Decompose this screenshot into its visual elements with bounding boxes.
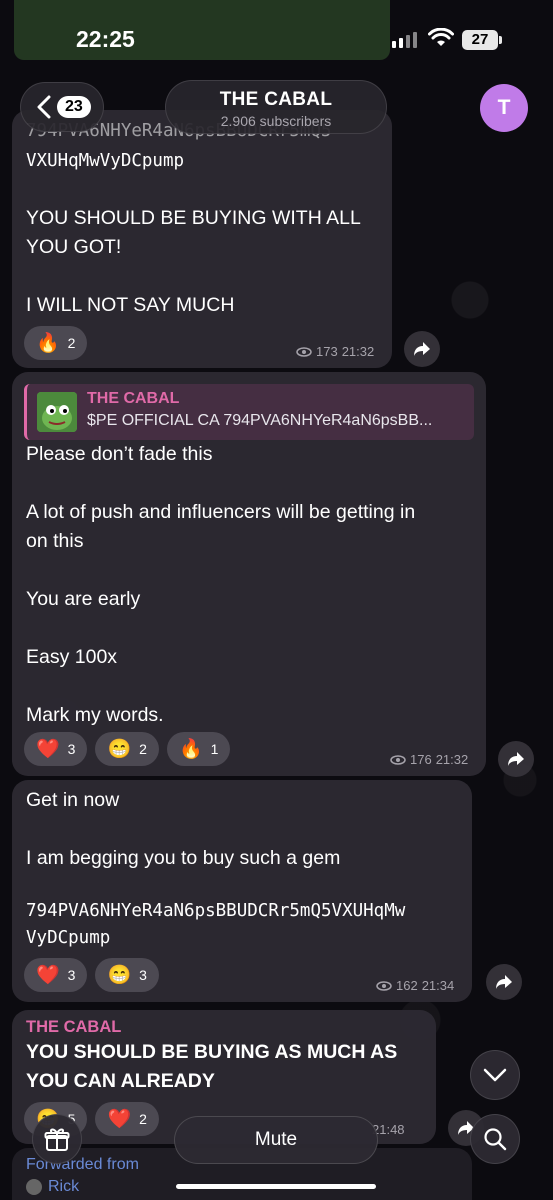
reaction-chip[interactable]: 🔥 2 [24,326,88,360]
reaction-chip[interactable]: ❤️ 3 [24,732,88,766]
reaction-count: 3 [67,967,76,983]
wifi-icon [428,28,454,46]
reaction-count: 1 [210,741,219,757]
channel-title: THE CABAL [219,89,333,110]
message-meta: 162 21:34 [376,978,454,993]
reactions-row: ❤️ 3 😁 2 🔥 1 [24,732,231,766]
battery-indicator: 27 [462,30,502,50]
forwarded-avatar [26,1179,42,1195]
signal-icon [392,32,417,48]
reaction-chip[interactable]: ❤️ 3 [24,958,88,992]
unread-count-badge: 23 [57,96,91,118]
scroll-down-button[interactable] [470,1050,520,1100]
back-button[interactable]: 23 [20,82,104,132]
reaction-chip[interactable]: 🔥 1 [166,732,231,766]
quote-sender: THE CABAL [87,390,180,407]
search-button[interactable] [470,1114,520,1164]
reactions-row: 🔥 2 [24,326,88,360]
message-meta: 176 21:32 [390,752,468,767]
message-text: Get in now I am begging you to buy such … [26,789,341,869]
message-contract-text: VXUHqMwVyDCpump [26,151,185,171]
reaction-chip[interactable]: 😁 2 [95,732,159,766]
reaction-count: 3 [139,967,147,983]
search-icon [484,1128,507,1151]
status-time: 22:25 [76,26,135,52]
message-bubble[interactable]: THE CABAL $PE OFFICIAL CA 794PVA6NHYeR4a… [12,372,486,776]
reaction-count: 2 [139,741,147,757]
status-bar: 22:25 27 [0,0,553,80]
reaction-chip[interactable]: ❤️ 2 [95,1102,159,1136]
mute-button[interactable]: Mute [174,1116,378,1164]
reaction-count: 3 [67,741,76,757]
message-bubble[interactable]: 794PVA6NHYeR4aN6psBBUDCRr5mQ5 VXUHqMwVyD… [12,110,392,368]
reaction-count: 2 [139,1111,147,1127]
reaction-emoji: 😁 [107,965,132,986]
message-time: 21:34 [421,978,455,993]
message-time: 21:32 [435,752,469,767]
message-bubble[interactable]: Get in now I am begging you to buy such … [12,780,472,1002]
message-meta: 173 21:32 [296,344,374,359]
eye-icon [296,346,312,357]
gift-icon [44,1128,70,1151]
gift-button[interactable] [32,1114,82,1164]
message-contract-text: 794PVA6NHYeR4aN6psBBUDCRr5mQ5VXUHqMw VyD… [26,901,406,948]
message-text: YOU SHOULD BE BUYING AS MUCH AS YOU CAN … [26,1041,398,1092]
view-count: 162 [396,978,418,993]
chevron-down-icon [483,1068,507,1082]
channel-subscribers: 2.906 subscribers [220,113,332,129]
eye-icon [376,980,392,991]
message-sender: THE CABAL [26,1018,122,1036]
reaction-emoji: ❤️ [36,965,60,986]
quote-text: $PE OFFICIAL CA 794PVA6NHYeR4aN6psBB... [87,412,433,429]
share-icon [508,752,524,766]
home-indicator [176,1184,376,1189]
reaction-emoji: ❤️ [36,739,60,760]
reaction-emoji: 🔥 [178,739,203,760]
view-count: 176 [410,752,432,767]
quote-thumbnail [37,392,77,432]
message-text: Please don’t fade this A lot of push and… [26,443,416,726]
chevron-left-icon [37,95,51,119]
share-icon [414,342,430,356]
reaction-emoji: ❤️ [107,1109,132,1130]
share-button[interactable] [486,964,522,1000]
reaction-count: 2 [67,335,76,351]
share-button[interactable] [404,331,440,367]
share-button[interactable] [498,741,534,777]
channel-avatar[interactable]: T [480,84,528,132]
forwarded-from: Rick [48,1178,80,1195]
reactions-row: ❤️ 3 😁 3 [24,958,159,992]
channel-title-pill[interactable]: THE CABAL 2.906 subscribers [165,80,387,134]
message-time: 21:32 [341,344,375,359]
reaction-chip[interactable]: 😁 3 [95,958,159,992]
reaction-emoji: 😁 [107,739,132,760]
eye-icon [390,754,406,765]
view-count: 173 [316,344,338,359]
message-text: YOU SHOULD BE BUYING WITH ALL YOU GOT! I… [26,207,361,316]
reaction-emoji: 🔥 [36,333,60,354]
share-icon [496,975,512,989]
reply-quote[interactable]: THE CABAL $PE OFFICIAL CA 794PVA6NHYeR4a… [24,384,474,440]
